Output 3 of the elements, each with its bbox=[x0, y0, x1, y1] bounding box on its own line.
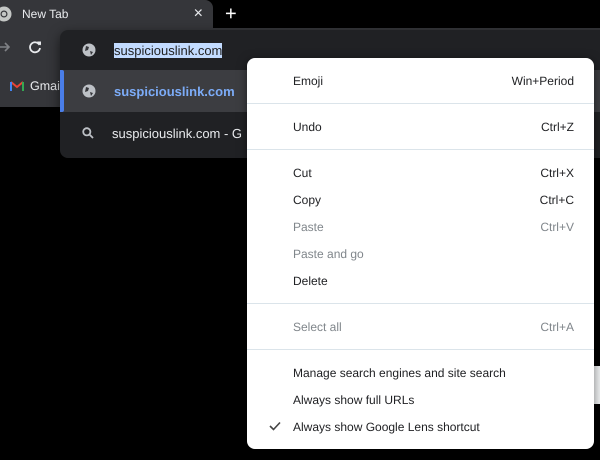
tab-title: New Tab bbox=[22, 7, 70, 21]
suggestion-text: suspiciouslink.com bbox=[114, 84, 235, 98]
suggestion-text: suspiciouslink.com - G bbox=[112, 126, 242, 140]
